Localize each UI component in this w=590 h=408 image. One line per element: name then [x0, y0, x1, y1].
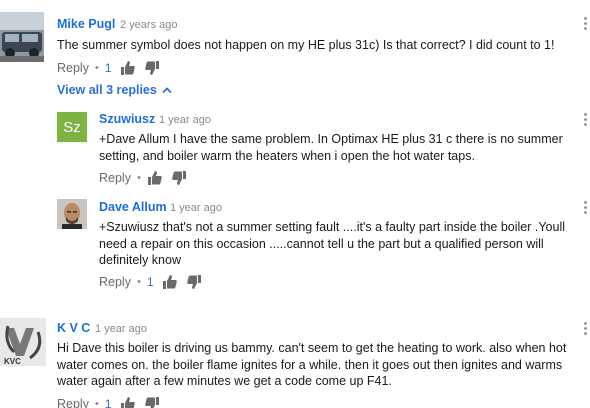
comment-actions: Reply • 1 [57, 60, 168, 76]
thumbs-up-icon[interactable] [147, 170, 163, 186]
reply-szuwiusz: Sz Szuwiusz 1 year ago +Dave Allum I hav… [0, 100, 590, 190]
reply-author[interactable]: Szuwiusz [99, 112, 155, 126]
comment-author[interactable]: K V C [57, 321, 90, 335]
avatar-dave-allum[interactable] [57, 199, 87, 229]
reply-text: +Szuwiusz that's not a summer setting fa… [99, 220, 566, 267]
reply-button[interactable]: Reply [57, 61, 89, 75]
reply-author[interactable]: Dave Allum [99, 200, 167, 214]
separator-dot: • [136, 172, 141, 184]
thumbs-up-icon[interactable] [120, 396, 136, 408]
reply-actions: Reply • [99, 170, 195, 186]
view-replies-label: View all 3 replies [57, 83, 157, 97]
reply-button[interactable]: Reply [99, 275, 131, 289]
view-replies-toggle[interactable]: View all 3 replies [57, 83, 172, 97]
avatar-kvc[interactable]: KVC [0, 318, 46, 366]
chevron-up-icon [162, 87, 172, 94]
like-count: 1 [146, 275, 154, 289]
like-count: 1 [104, 397, 112, 408]
avatar-letters: KVC [4, 357, 21, 366]
thumbs-up-icon[interactable] [162, 274, 178, 290]
separator-dot: • [94, 398, 99, 408]
more-options-icon[interactable] [580, 201, 590, 215]
separator-dot: • [94, 62, 99, 74]
comment-text: Hi Dave this boiler is driving us bammy.… [57, 341, 567, 388]
comment-timestamp[interactable]: 1 year ago [95, 323, 147, 335]
reply-dave-allum: Dave Allum 1 year ago +Szuwiusz that's n… [0, 195, 590, 295]
comment-timestamp[interactable]: 2 years ago [120, 19, 177, 31]
comment-text: The summer symbol does not happen on my … [57, 38, 555, 52]
reply-timestamp[interactable]: 1 year ago [159, 114, 211, 126]
avatar-mike-pugl[interactable] [0, 12, 44, 62]
reply-button[interactable]: Reply [99, 171, 131, 185]
more-options-icon[interactable] [580, 17, 590, 31]
avatar-initials: Sz [63, 118, 81, 136]
reply-text: +Dave Allum I have the same problem. In … [99, 132, 563, 163]
like-count: 1 [104, 61, 112, 75]
comment-mike-pugl: Mike Pugl 2 years ago The summer symbol … [0, 0, 590, 80]
thumbs-down-icon[interactable] [144, 396, 160, 408]
comment-kvc: KVC K V C 1 year ago Hi Dave this boiler… [0, 310, 590, 408]
reply-button[interactable]: Reply [57, 397, 89, 408]
more-options-icon[interactable] [580, 322, 590, 336]
thumbs-down-icon[interactable] [171, 170, 187, 186]
thumbs-down-icon[interactable] [186, 274, 202, 290]
thumbs-down-icon[interactable] [144, 60, 160, 76]
comment-actions: Reply • 1 [57, 396, 168, 408]
comment-author[interactable]: Mike Pugl [57, 17, 115, 31]
thumbs-up-icon[interactable] [120, 60, 136, 76]
avatar-szuwiusz[interactable]: Sz [57, 112, 87, 142]
reply-actions: Reply • 1 [99, 274, 210, 290]
separator-dot: • [136, 276, 141, 288]
more-options-icon[interactable] [580, 113, 590, 127]
reply-timestamp[interactable]: 1 year ago [170, 202, 222, 214]
